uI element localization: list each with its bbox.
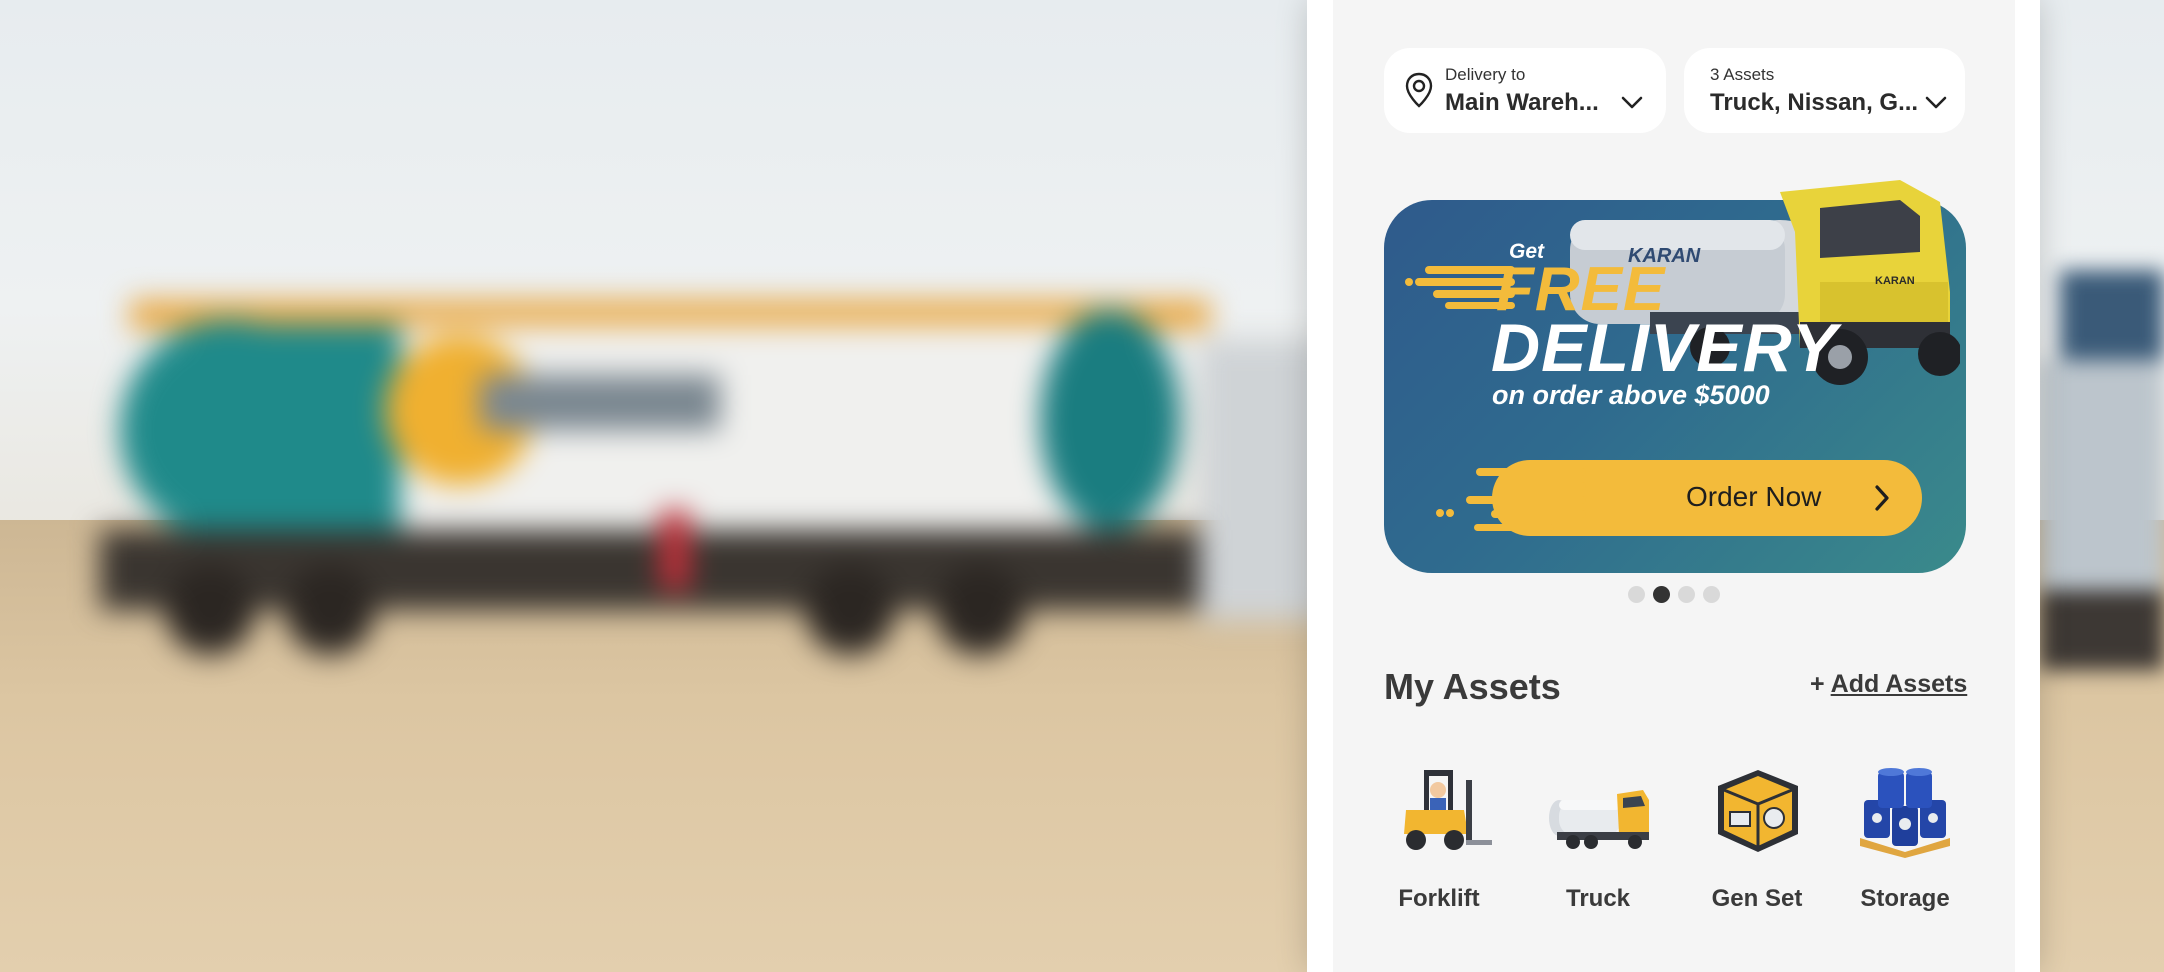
carousel-dot[interactable]: [1703, 586, 1720, 603]
order-now-label: Order Now: [1686, 481, 1822, 512]
carousel-dot-active[interactable]: [1653, 586, 1670, 603]
asset-item-truck[interactable]: Truck: [1533, 760, 1663, 913]
delivery-location-selector[interactable]: Delivery to Main Wareh...: [1384, 48, 1666, 133]
svg-text:KARAN: KARAN: [1875, 275, 1915, 287]
assets-selector[interactable]: 3 Assets Truck, Nissan, G...: [1684, 48, 1965, 133]
tanker-truck-icon: [1549, 790, 1649, 849]
generator-icon: [1718, 770, 1798, 852]
carousel-pagination: [1628, 586, 1728, 604]
chevron-down-icon: [1621, 96, 1643, 109]
delivery-location-value: Main Wareh...: [1445, 89, 1599, 116]
forklift-icon: [1404, 770, 1492, 850]
carousel-dot[interactable]: [1628, 586, 1645, 603]
chevron-right-icon: [1875, 485, 1889, 511]
add-assets-label: Add Assets: [1830, 670, 1968, 698]
add-plus-icon: +: [1810, 670, 1825, 698]
asset-item-forklift[interactable]: Forklift: [1374, 760, 1504, 913]
assets-selected-value: Truck, Nissan, G...: [1710, 89, 1919, 116]
asset-label: Forklift: [1398, 885, 1480, 912]
asset-label: Gen Set: [1711, 885, 1803, 912]
asset-item-storage[interactable]: Storage: [1840, 760, 1970, 913]
barrels-icon: [1860, 768, 1950, 858]
asset-item-gen-set[interactable]: Gen Set: [1692, 760, 1822, 913]
my-assets-title: My Assets: [1384, 666, 1561, 707]
chevron-down-icon: [1925, 96, 1947, 109]
asset-label: Truck: [1565, 885, 1631, 912]
location-pin-icon: [1405, 72, 1433, 108]
speed-lines-icon: [1436, 468, 1586, 531]
blurred-tanker-truck-image: [100, 300, 1330, 655]
add-assets-link[interactable]: + Add Assets: [1810, 670, 1967, 699]
banner-delivery-text: DELIVERY: [1491, 310, 1838, 386]
carousel-dot[interactable]: [1678, 586, 1695, 603]
delivery-label: Delivery to: [1445, 65, 1526, 84]
asset-label: Storage: [1860, 885, 1950, 912]
banner-condition-text: on order above $5000: [1492, 380, 1770, 410]
assets-count-label: 3 Assets: [1710, 65, 1775, 84]
